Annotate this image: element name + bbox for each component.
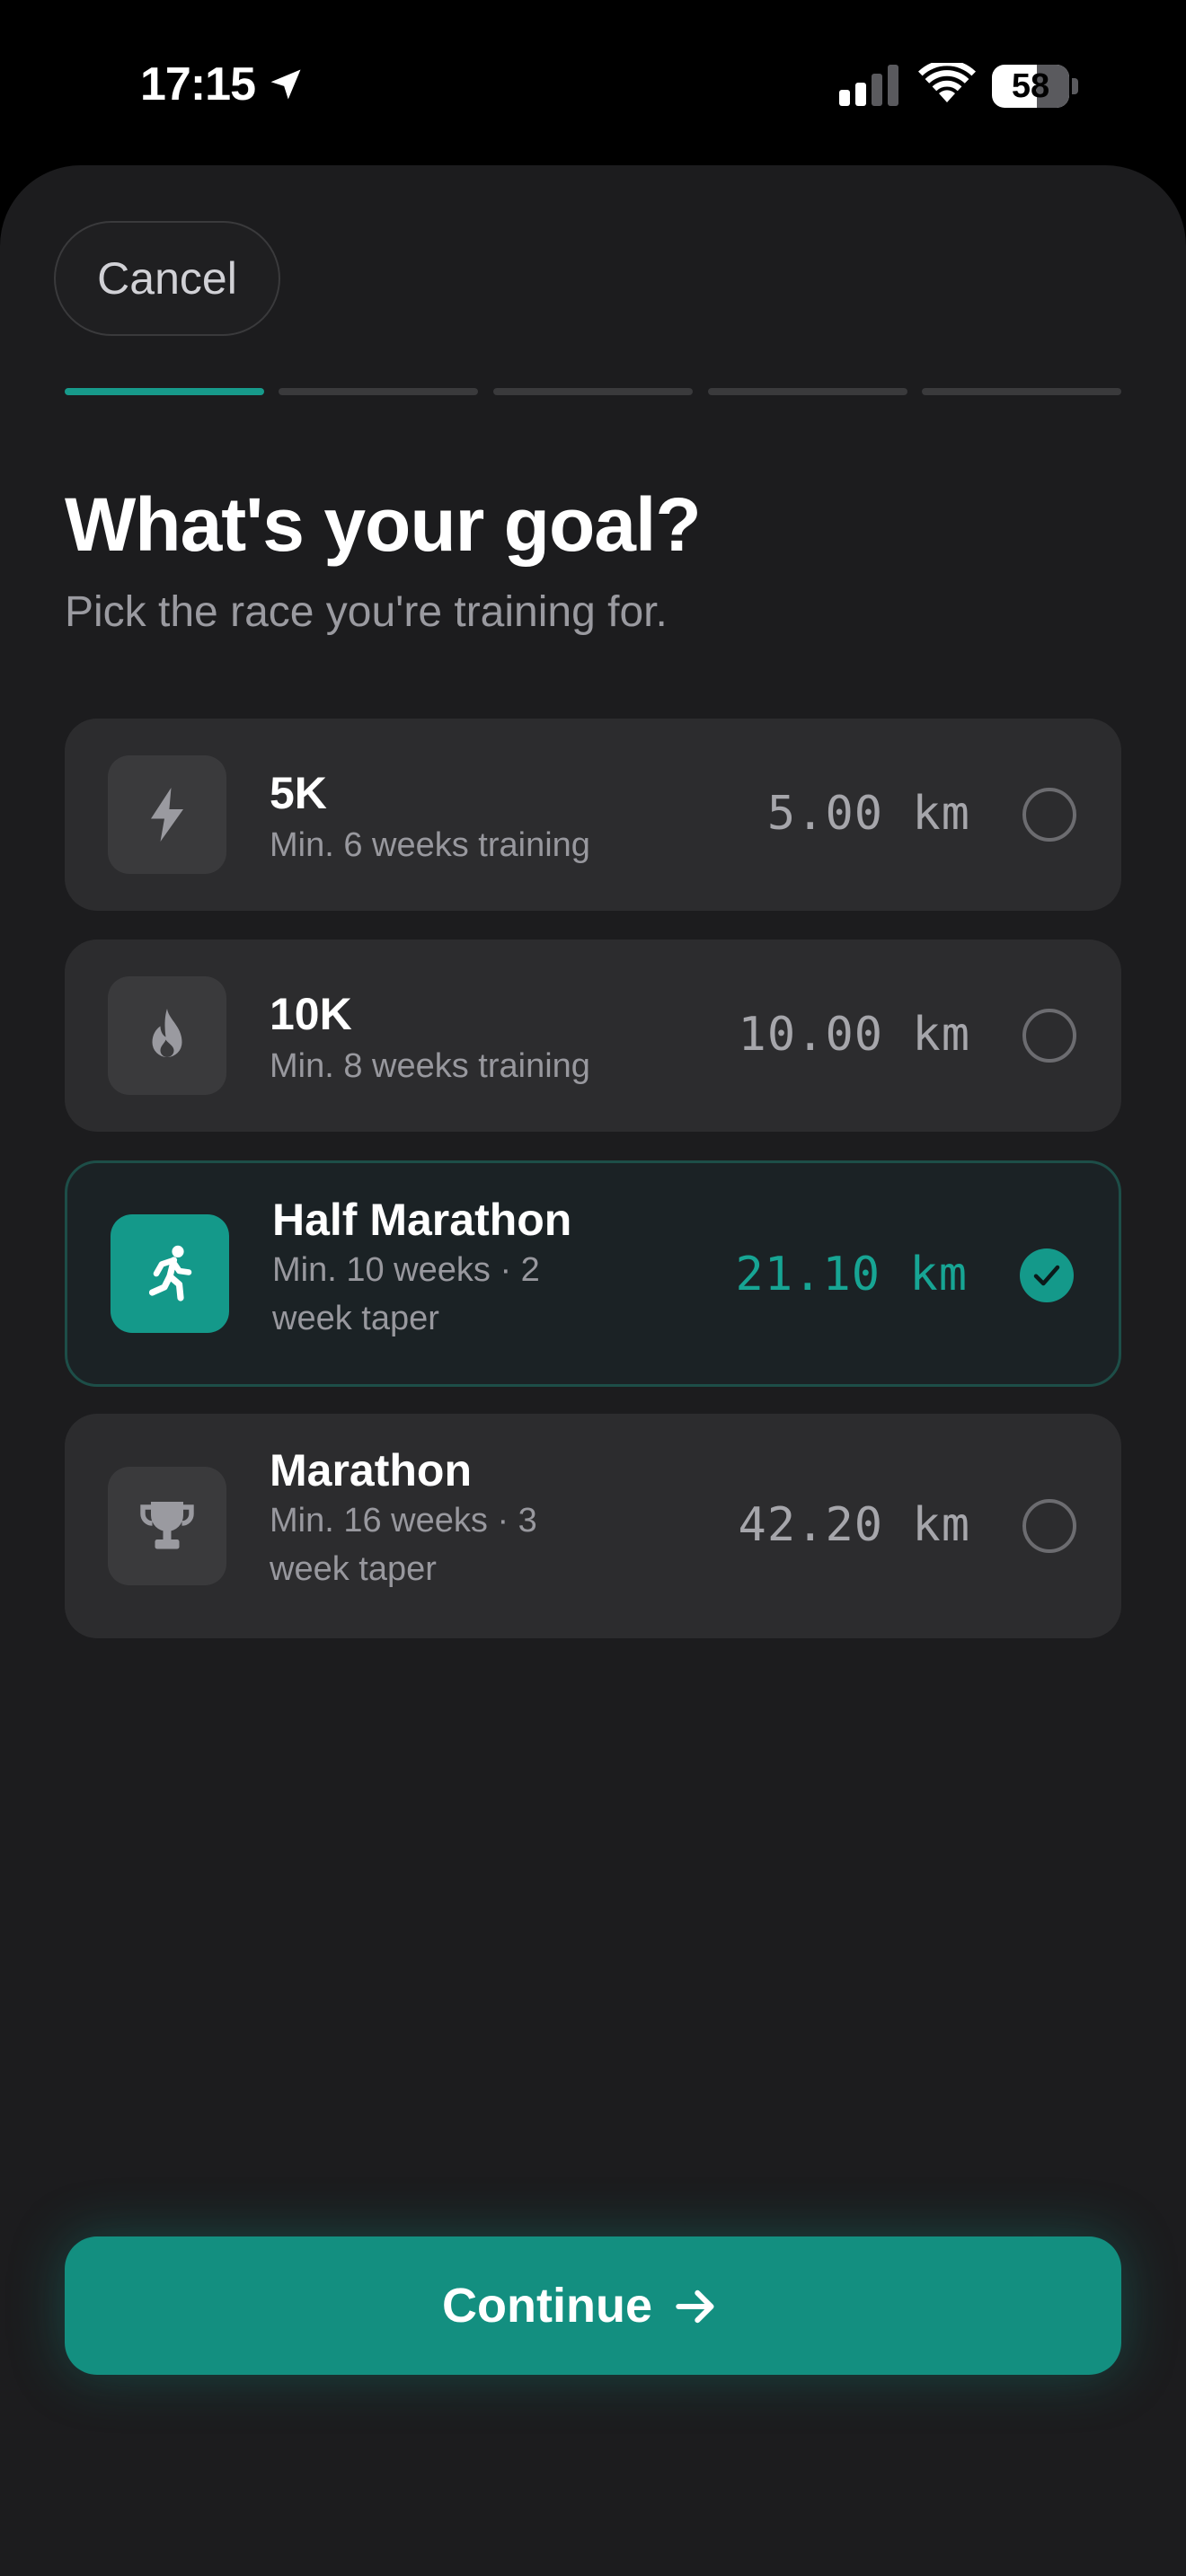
option-distance: 5.00 km xyxy=(766,787,970,841)
option-icon-tile xyxy=(111,1214,229,1333)
option-description: Min. 6 weeks training xyxy=(270,826,590,864)
progress-step-1 xyxy=(65,388,264,395)
page-title: What's your goal? xyxy=(65,482,702,567)
trophy-icon xyxy=(140,1502,194,1549)
progress-step-2 xyxy=(279,388,478,395)
option-icon-tile xyxy=(108,755,226,874)
goal-option-5k[interactable]: 5K Min. 6 weeks training 5.00 km xyxy=(65,719,1121,911)
battery-tip xyxy=(1072,78,1078,94)
checkmark-icon xyxy=(1033,1265,1060,1286)
option-radio[interactable] xyxy=(1022,788,1076,842)
cancel-button[interactable]: Cancel xyxy=(54,221,280,336)
option-name: Half Marathon xyxy=(272,1195,572,1245)
option-distance: 10.00 km xyxy=(738,1008,970,1062)
screen: 17:15 58 Cancel What's your goal? Pick t… xyxy=(0,0,1186,2576)
goal-option-marathon[interactable]: Marathon Min. 16 weeks · 3 week taper 42… xyxy=(65,1414,1121,1638)
progress-step-4 xyxy=(708,388,907,395)
location-arrow-icon xyxy=(270,69,301,100)
continue-button[interactable]: Continue xyxy=(65,2236,1121,2375)
option-name: 5K xyxy=(270,768,327,818)
option-name: 10K xyxy=(270,989,352,1039)
arrow-right-icon xyxy=(676,2289,714,2324)
cellular-signal-icon xyxy=(839,65,898,106)
status-time: 17:15 xyxy=(140,58,256,110)
progress-step-5 xyxy=(922,388,1121,395)
option-description: Min. 16 weeks · 3 week taper xyxy=(270,1502,537,1588)
goal-option-half-marathon[interactable]: Half Marathon Min. 10 weeks · 2 week tap… xyxy=(65,1160,1121,1387)
option-icon-tile xyxy=(108,976,226,1095)
option-name: Marathon xyxy=(270,1445,472,1495)
lightning-icon xyxy=(151,788,183,842)
option-radio[interactable] xyxy=(1022,1009,1076,1063)
option-radio-checked[interactable] xyxy=(1020,1248,1074,1302)
onboarding-progress xyxy=(65,388,1121,397)
progress-step-3 xyxy=(493,388,693,395)
option-description: Min. 10 weeks · 2 week taper xyxy=(272,1251,540,1337)
flame-icon xyxy=(152,1009,182,1057)
option-description: Min. 8 weeks training xyxy=(270,1047,590,1085)
option-distance: 21.10 km xyxy=(735,1248,968,1301)
battery-indicator: 58 xyxy=(992,65,1078,108)
page-subtitle: Pick the race you're training for. xyxy=(65,588,668,636)
continue-label: Continue xyxy=(442,2279,652,2333)
goal-option-10k[interactable]: 10K Min. 8 weeks training 10.00 km xyxy=(65,940,1121,1132)
option-distance: 42.20 km xyxy=(738,1498,970,1552)
battery-body: 58 xyxy=(992,65,1069,108)
goal-sheet: Cancel What's your goal? Pick the race y… xyxy=(0,165,1186,2576)
option-icon-tile xyxy=(108,1467,226,1585)
runner-icon xyxy=(148,1245,192,1301)
wifi-icon xyxy=(918,63,976,102)
status-bar: 17:15 58 xyxy=(0,0,1186,162)
battery-level: 58 xyxy=(1011,67,1050,105)
option-radio[interactable] xyxy=(1022,1499,1076,1553)
